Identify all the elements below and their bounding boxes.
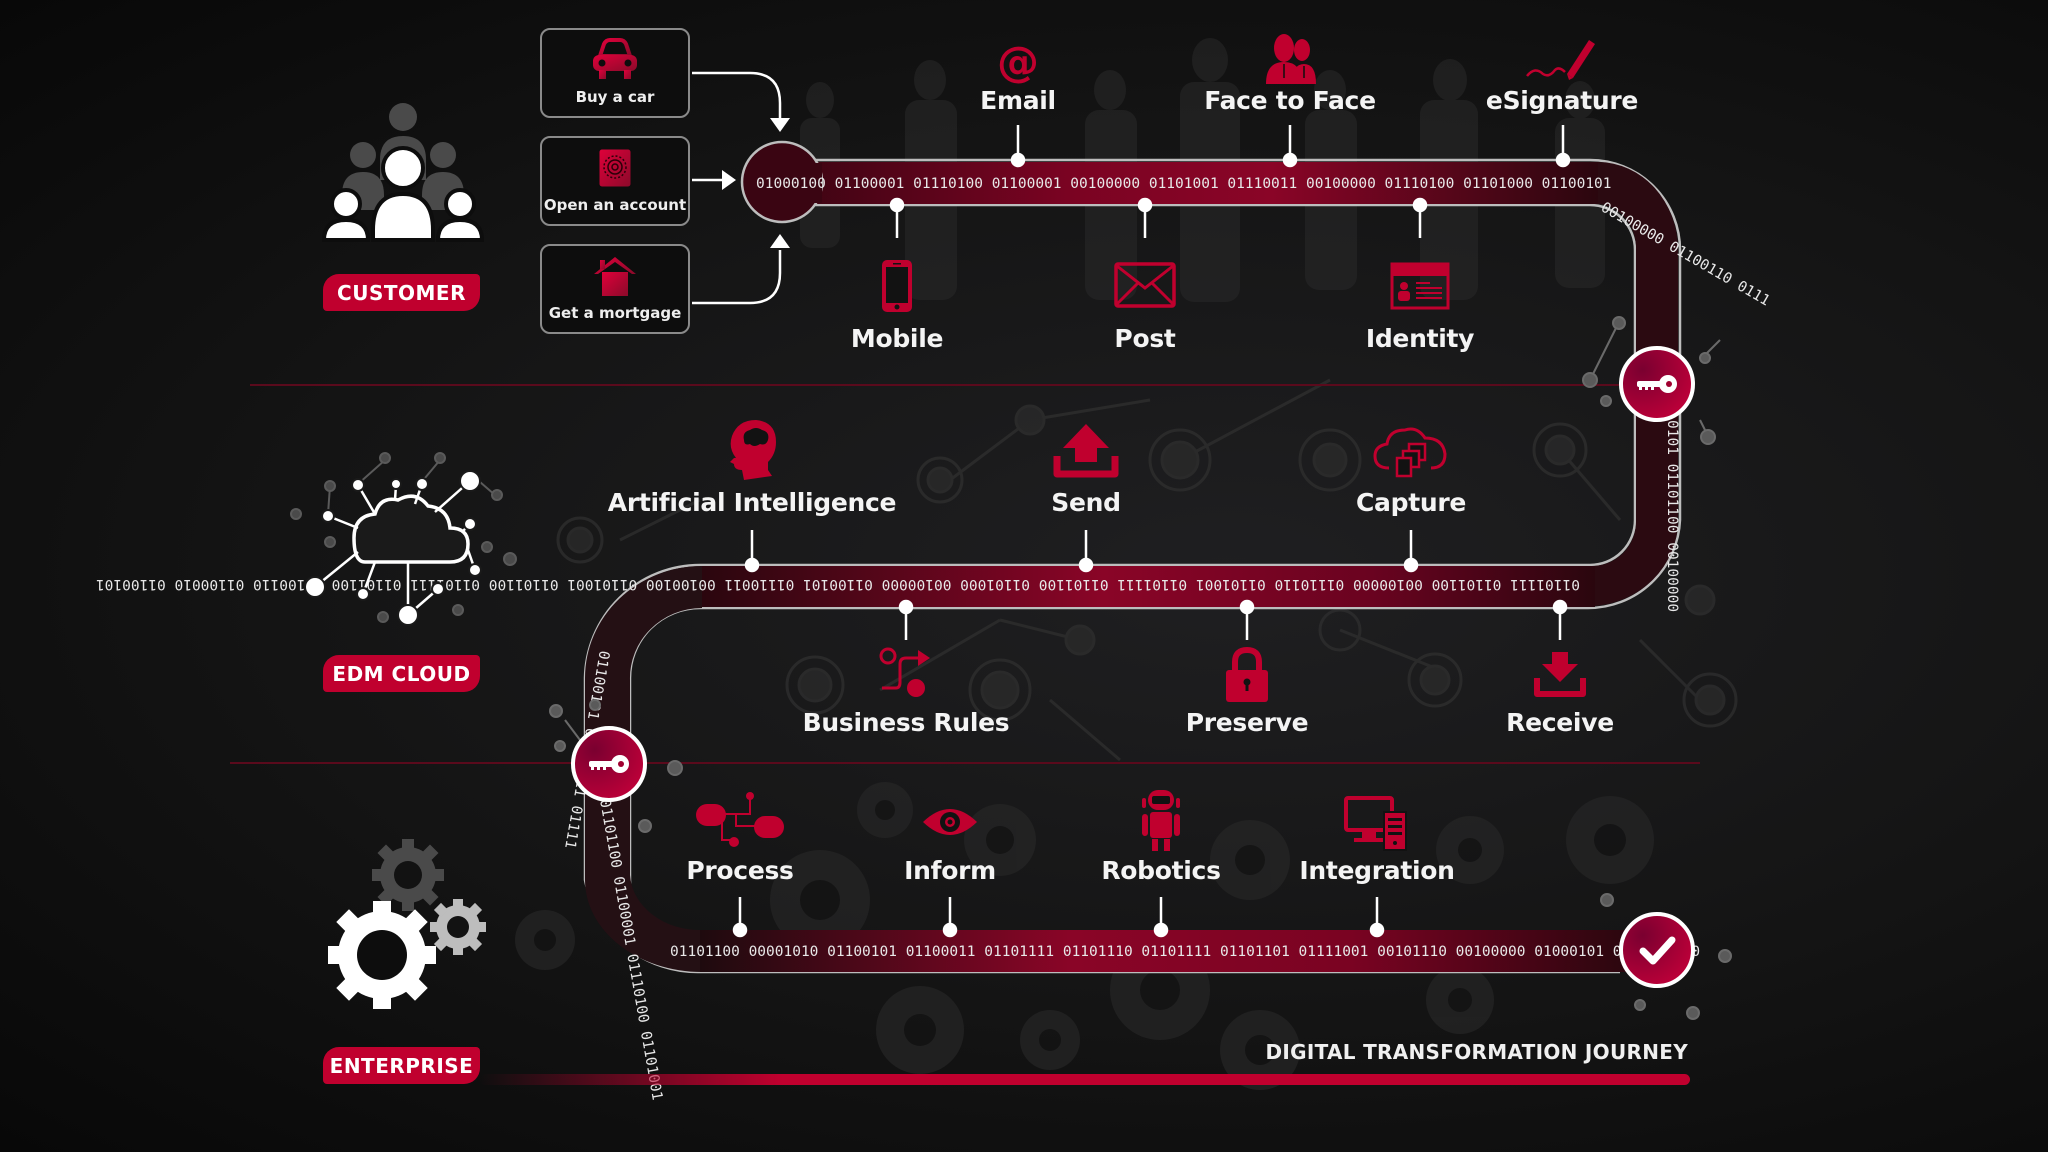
gear-grey	[430, 899, 486, 955]
at-sign-icon: @	[997, 40, 1039, 84]
channel-identity[interactable]: Identity	[1366, 324, 1475, 353]
house-icon	[594, 257, 636, 296]
id-card-icon	[1390, 262, 1450, 310]
function-robotics[interactable]: Robotics	[1101, 856, 1221, 885]
function-inform[interactable]: Inform	[904, 856, 996, 885]
pen-signature-icon	[1526, 40, 1595, 80]
function-preserve[interactable]: Preserve	[1186, 708, 1309, 737]
choice-label: Buy a car	[575, 88, 655, 106]
binary-right-upper: 00100000 01100110 0111	[1598, 200, 1772, 310]
binary-right-lower: 0101 01101100 00100000	[1664, 420, 1680, 612]
function-process[interactable]: Process	[686, 856, 794, 885]
download-icon	[1534, 652, 1586, 697]
upload-icon	[1053, 424, 1119, 478]
choice-open-an-account[interactable]: Open an account	[540, 136, 690, 226]
people-group-icon	[321, 103, 485, 242]
meeting-people-icon	[1266, 34, 1316, 84]
safe-icon	[598, 148, 632, 188]
journey-title: DIGITAL TRANSFORMATION JOURNEY	[1265, 1040, 1688, 1064]
title-underline-bar	[480, 1074, 1690, 1085]
key-checkpoint-2[interactable]	[569, 724, 649, 804]
function-integration[interactable]: Integration	[1299, 856, 1455, 885]
choice-buy-a-car[interactable]: Buy a car	[540, 28, 690, 118]
process-flow-icon	[696, 792, 784, 847]
channel-face-to-face[interactable]: Face to Face	[1204, 86, 1376, 115]
cloud-network-icon	[290, 452, 517, 626]
robot-icon	[1142, 790, 1180, 851]
section-badge-enterprise: ENTERPRISE	[323, 1047, 480, 1084]
function-business-rules[interactable]: Business Rules	[803, 708, 1010, 737]
computer-server-icon	[1344, 796, 1407, 851]
cloud-capture-icon	[1373, 427, 1447, 478]
envelope-icon	[1114, 262, 1176, 308]
channel-esignature[interactable]: eSignature	[1486, 86, 1638, 115]
function-receive[interactable]: Receive	[1506, 708, 1614, 737]
padlock-icon	[1226, 646, 1268, 702]
route-icon	[879, 647, 930, 697]
gears-icon	[328, 839, 486, 1009]
key-checkpoint-1[interactable]	[1617, 344, 1697, 424]
journey-complete-node[interactable]	[1617, 910, 1697, 990]
function-artificial-intelligence[interactable]: Artificial Intelligence	[608, 488, 897, 517]
section-badge-customer: CUSTOMER	[323, 274, 480, 311]
channel-post[interactable]: Post	[1114, 324, 1175, 353]
brain-head-icon	[730, 420, 776, 480]
binary-bottom: 01101100 00001010 01100101 01100011 0110…	[670, 944, 1700, 960]
section-badge-edm-cloud: EDM CLOUD	[323, 655, 480, 692]
gear-dark	[372, 839, 444, 911]
channel-mobile[interactable]: Mobile	[851, 324, 944, 353]
gear-white	[328, 901, 436, 1009]
svg-text:@: @	[997, 40, 1039, 84]
channel-email[interactable]: Email	[980, 86, 1056, 115]
eye-icon	[923, 809, 977, 835]
choice-label: Get a mortgage	[548, 304, 682, 322]
function-capture[interactable]: Capture	[1356, 488, 1466, 517]
car-icon	[593, 38, 637, 79]
choice-get-a-mortgage[interactable]: Get a mortgage	[540, 244, 690, 334]
smartphone-icon	[882, 260, 912, 312]
choice-label: Open an account	[543, 196, 687, 214]
binary-top: 01000100 01100001 01110100 01100001 0010…	[756, 176, 1612, 192]
function-send[interactable]: Send	[1051, 488, 1121, 517]
